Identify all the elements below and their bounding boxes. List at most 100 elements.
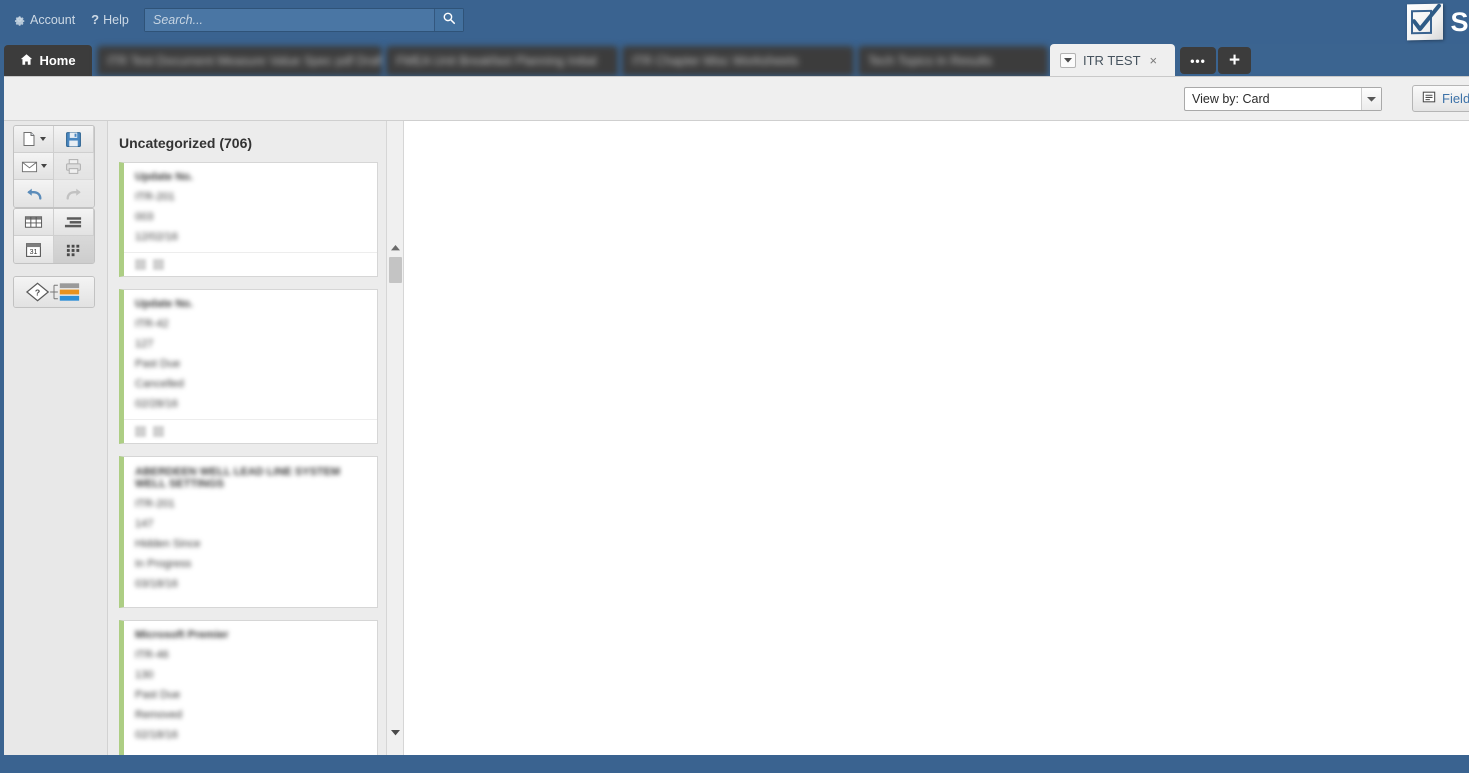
undo-button[interactable] <box>14 180 54 207</box>
account-link[interactable]: Account <box>8 11 80 29</box>
top-bar: Account ? Help Search... S <box>0 0 1469 44</box>
tab-document-2-label: FMEA Unit Breakfast Planning Initial <box>396 54 597 68</box>
tab-document-1[interactable]: ITR Test Document Measure Value Spec pdf… <box>97 46 382 76</box>
content-toolbar: View by: Card Field <box>4 77 1469 121</box>
card-view-button[interactable] <box>54 236 94 263</box>
field-button[interactable]: Field <box>1412 85 1469 112</box>
chevron-down-icon <box>40 164 47 168</box>
brand-name: S <box>1450 6 1469 37</box>
left-toolbar-group-workflow: ? <box>13 276 95 308</box>
card-line: In Progress <box>135 559 192 570</box>
discussion-icon[interactable] <box>153 259 164 270</box>
top-bar-links: Account ? Help <box>8 10 134 29</box>
card-line: 003 <box>135 212 154 223</box>
tab-document-3[interactable]: ITR Chapter Misc Worksheets <box>622 46 854 76</box>
magnifier-icon <box>442 11 456 30</box>
tab-overflow-label: ••• <box>1190 53 1206 68</box>
print-button[interactable] <box>54 153 94 180</box>
card-footer <box>124 419 377 443</box>
card-line: Past Due <box>135 690 181 701</box>
calendar-view-button[interactable]: 31 <box>14 236 54 263</box>
email-button[interactable] <box>14 153 54 180</box>
svg-text:?: ? <box>35 287 40 297</box>
tab-home[interactable]: Home <box>4 45 92 76</box>
card-panel-title: Uncategorized (706) <box>119 135 253 151</box>
svg-text:31: 31 <box>30 249 38 256</box>
save-button[interactable] <box>54 126 94 153</box>
view-by-label: View by: Card <box>1192 92 1270 106</box>
discussion-icon[interactable] <box>153 426 164 437</box>
tab-document-2[interactable]: FMEA Unit Breakfast Planning Initial <box>386 46 618 76</box>
field-list-icon <box>1422 90 1436 107</box>
attachment-icon[interactable] <box>135 426 146 437</box>
card-line: Microsoft Premier <box>135 630 229 641</box>
scroll-up-arrow-icon[interactable] <box>387 239 404 256</box>
list-item[interactable]: Update No. ITR-42 127 Past Due Cancelled… <box>119 289 378 444</box>
tab-add-button[interactable]: + <box>1218 47 1251 74</box>
checkmark-logo-icon <box>1407 3 1444 41</box>
record-detail-canvas <box>405 121 1469 756</box>
application-window: Account ? Help Search... S Home ITR Test… <box>0 0 1469 773</box>
tab-itr-test-label: ITR TEST <box>1083 52 1141 68</box>
card-line: 12/02/16 <box>135 232 178 243</box>
workflow-button[interactable]: ? <box>14 277 94 307</box>
grid-view-button[interactable] <box>14 209 54 236</box>
search-button[interactable] <box>434 9 463 31</box>
left-toolbar-group-file <box>13 125 95 208</box>
tab-overflow-button[interactable]: ••• <box>1180 47 1216 74</box>
house-icon <box>20 53 33 69</box>
bottom-strip <box>0 755 1469 773</box>
question-mark-icon: ? <box>91 12 100 27</box>
card-line: Removed <box>135 710 183 721</box>
list-item[interactable]: Microsoft Premier ITR-46 130 Past Due Re… <box>119 620 378 756</box>
card-line: 127 <box>135 339 154 350</box>
close-icon[interactable]: × <box>1150 53 1158 68</box>
card-footer <box>124 252 377 276</box>
tab-itr-test[interactable]: ITR TEST × <box>1050 44 1175 76</box>
account-label: Account <box>30 12 76 27</box>
search-box[interactable] <box>144 8 464 32</box>
tab-document-4-label: Tech Topics In Results <box>868 54 993 68</box>
chevron-down-icon[interactable] <box>1060 52 1076 68</box>
card-line: Cancelled <box>135 379 184 390</box>
card-line: ITR-201 <box>135 499 175 510</box>
card-list-panel: Uncategorized (706) Update No. ITR-201 0… <box>108 121 390 756</box>
list-item[interactable]: ABERDEEN WELL LEAD LINE SYSTEM WELL SETT… <box>119 456 378 608</box>
chevron-down-icon <box>40 137 46 141</box>
left-toolbar-group-views: 31 <box>13 208 95 264</box>
card-line: ABERDEEN WELL LEAD LINE SYSTEM WELL SETT… <box>135 466 341 490</box>
list-view-button[interactable] <box>54 209 94 236</box>
card-line: Update No. <box>135 299 194 310</box>
tab-document-4[interactable]: Tech Topics In Results <box>858 46 1048 76</box>
search-input[interactable] <box>145 9 434 31</box>
redo-button[interactable] <box>54 180 94 207</box>
tab-document-3-label: ITR Chapter Misc Worksheets <box>632 54 799 68</box>
view-by-dropdown[interactable]: View by: Card <box>1184 87 1382 111</box>
scroll-thumb[interactable] <box>389 257 402 283</box>
chevron-down-icon[interactable] <box>1361 88 1381 110</box>
help-label: Help <box>103 12 129 27</box>
field-button-label: Field <box>1442 91 1469 106</box>
list-item[interactable]: Update No. ITR-201 003 12/02/16 <box>119 162 378 277</box>
new-document-button[interactable] <box>14 126 54 153</box>
card-line: 03/18/16 <box>135 579 178 590</box>
gear-icon <box>13 13 26 26</box>
help-link[interactable]: ? Help <box>86 10 134 29</box>
tab-strip: Home ITR Test Document Measure Value Spe… <box>0 44 1469 76</box>
card-line: ITR-201 <box>135 192 175 203</box>
card-list-scrollbar[interactable] <box>386 121 404 756</box>
brand-logo: S <box>1407 3 1469 41</box>
card-line: Past Due <box>135 359 181 370</box>
card-line: Hidden Since <box>135 539 201 550</box>
scroll-down-arrow-icon[interactable] <box>387 724 404 741</box>
card-line: 130 <box>135 670 154 681</box>
card-line: 02/28/16 <box>135 399 178 410</box>
card-line: 147 <box>135 519 154 530</box>
tab-home-label: Home <box>39 53 76 68</box>
card-list[interactable]: Update No. ITR-201 003 12/02/16 Update N… <box>108 162 390 756</box>
tab-document-1-label: ITR Test Document Measure Value Spec pdf… <box>107 54 382 68</box>
main-shell: View by: Card Field 31 ? Uncategorized (… <box>4 76 1469 756</box>
attachment-icon[interactable] <box>135 259 146 270</box>
left-toolbar: 31 ? <box>4 121 108 756</box>
card-line: ITR-46 <box>135 650 169 661</box>
